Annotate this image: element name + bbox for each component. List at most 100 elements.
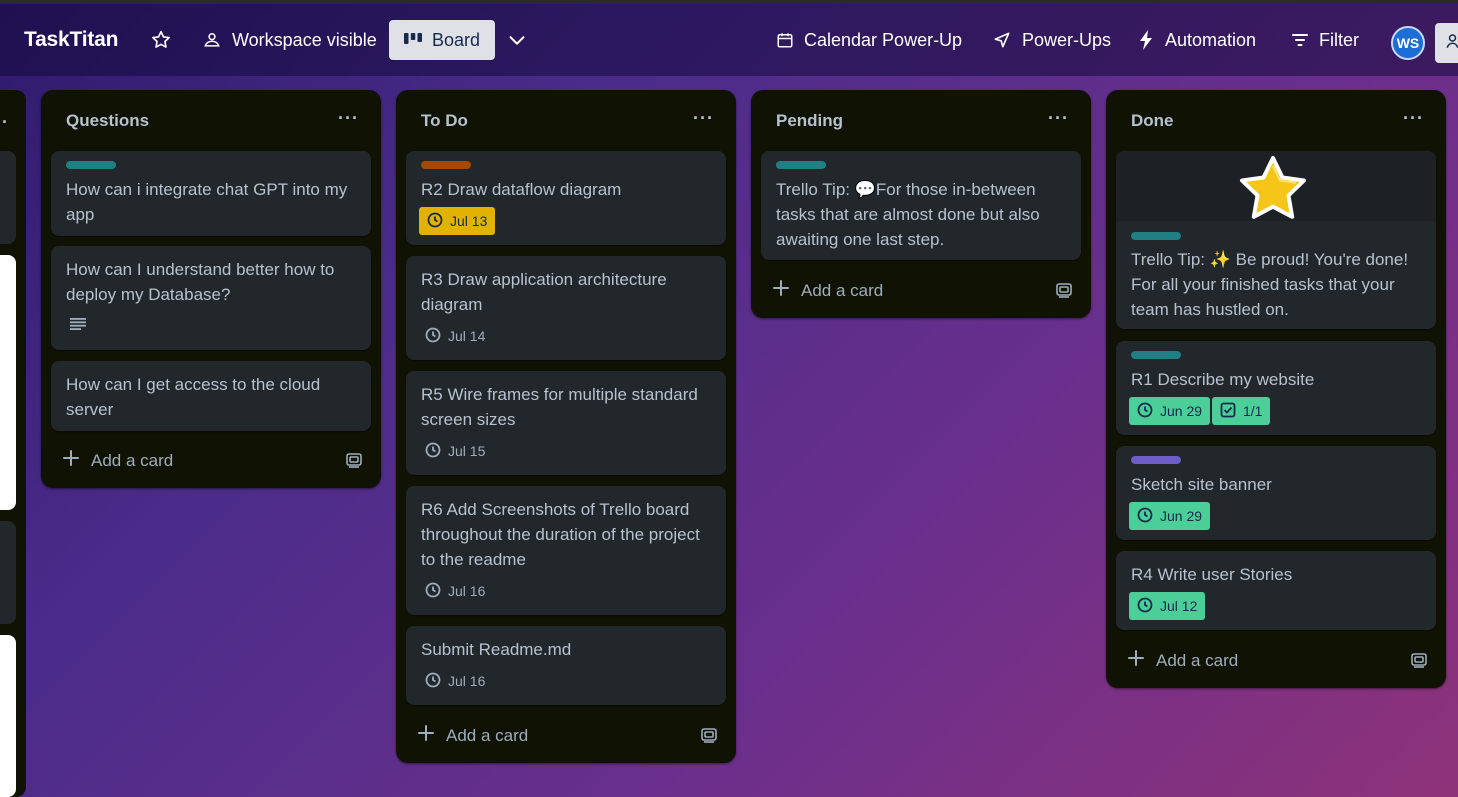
card-title: R2 Draw dataflow diagram: [421, 180, 622, 199]
due-date-badge[interactable]: Jun 29: [1129, 397, 1211, 425]
due-date-badge[interactable]: Jul 16: [421, 667, 493, 695]
workspace-people-icon: [202, 30, 222, 50]
list-card[interactable]: R6 Add Screenshots of Trello board throu…: [406, 486, 726, 615]
due-date-badge[interactable]: Jul 16: [421, 577, 493, 605]
list-to-do: To Do ··· R2 Draw dataflow diagram Jul 1…: [396, 90, 736, 763]
add-card-button[interactable]: Add a card: [773, 280, 883, 301]
list-card[interactable]: R2 Draw dataflow diagram Jul 13: [406, 151, 726, 245]
due-date-text: Jul 12: [1160, 598, 1198, 614]
template-icon: [700, 728, 718, 748]
avatar[interactable]: WS: [1391, 26, 1425, 60]
plus-icon: [1128, 650, 1144, 671]
due-date-badge[interactable]: Jul 12: [1129, 592, 1206, 620]
chevron-down-icon: [506, 29, 528, 51]
card-title: Trello Tip: ✨ Be proud! You're done! For…: [1131, 250, 1409, 319]
person-add-icon: [1445, 32, 1458, 55]
card-cover: [1116, 151, 1436, 221]
plus-icon: [63, 450, 79, 471]
card-title: R5 Wire frames for multiple standard scr…: [421, 385, 698, 429]
list-card[interactable]: How can i integrate chat GPT into my app: [51, 151, 371, 236]
list-menu-button[interactable]: ···: [1403, 108, 1424, 129]
card-title: R3 Draw application architecture diagram: [421, 270, 667, 314]
card-label[interactable]: [1131, 232, 1181, 240]
card-label[interactable]: [776, 161, 826, 169]
add-card-button[interactable]: Add a card: [1128, 650, 1238, 671]
add-card-label: Add a card: [801, 280, 884, 300]
list-card[interactable]: R1 Describe my website Jun 29 1/1: [1116, 341, 1436, 435]
plus-icon: [773, 280, 789, 301]
list-title[interactable]: Questions: [66, 111, 149, 131]
due-date-badge[interactable]: Jul 15: [421, 437, 493, 465]
create-from-template-button[interactable]: [345, 451, 363, 474]
card-title: How can I understand better how to deplo…: [66, 260, 335, 304]
list-card[interactable]: Sketch site banner Jun 29: [1116, 446, 1436, 540]
card-title: How can I get access to the cloud server: [66, 375, 321, 419]
description-icon: [70, 317, 86, 335]
add-card-button[interactable]: Add a card: [63, 450, 173, 471]
list-card[interactable]: How can I understand better how to deplo…: [51, 246, 371, 350]
template-icon: [345, 453, 363, 473]
create-from-template-button[interactable]: [1055, 281, 1073, 304]
powerups-button[interactable]: Power-Ups: [992, 20, 1111, 60]
checklist-count: 1/1: [1243, 403, 1263, 419]
add-card-button[interactable]: Add a card: [418, 725, 528, 746]
clock-icon: [425, 327, 441, 346]
list-done: Done ··· Trello Tip: ✨ Be proud! You're …: [1106, 90, 1446, 688]
due-date-badge[interactable]: Jul 13: [419, 207, 496, 235]
offscreen-card-image[interactable]: [0, 635, 16, 797]
due-date-badge[interactable]: Jul 14: [421, 322, 493, 350]
clock-icon: [1137, 402, 1153, 421]
visibility-label: Workspace visible: [232, 29, 377, 50]
list-title[interactable]: Done: [1131, 111, 1174, 131]
create-from-template-button[interactable]: [1410, 651, 1428, 674]
star-cover-icon: [1240, 156, 1306, 219]
card-label[interactable]: [1131, 456, 1181, 464]
plus-icon: [418, 725, 434, 746]
card-title: Sketch site banner: [1131, 475, 1272, 494]
clock-icon: [425, 442, 441, 461]
list-card[interactable]: How can I get access to the cloud server: [51, 361, 371, 431]
offscreen-list: ·: [0, 90, 26, 797]
due-date-badge[interactable]: Jun 29: [1129, 502, 1211, 530]
offscreen-card[interactable]: [0, 151, 16, 244]
list-card[interactable]: Trello Tip: ✨ Be proud! You're done! For…: [1116, 151, 1436, 329]
add-card-label: Add a card: [446, 725, 529, 745]
automation-button[interactable]: Automation: [1139, 20, 1256, 60]
card-title: R6 Add Screenshots of Trello board throu…: [421, 500, 700, 569]
board-title[interactable]: TaskTitan: [24, 28, 118, 52]
calendar-powerup-button[interactable]: Calendar Power-Up: [776, 20, 962, 60]
checklist-badge[interactable]: 1/1: [1212, 397, 1271, 425]
clock-icon: [425, 582, 441, 601]
list-card[interactable]: Trello Tip: 💬For those in-between tasks …: [761, 151, 1081, 260]
card-title: R1 Describe my website: [1131, 370, 1315, 389]
star-button[interactable]: [150, 20, 172, 60]
card-label[interactable]: [421, 161, 471, 169]
offscreen-card-image[interactable]: [0, 255, 16, 510]
board-view-icon: [404, 33, 422, 47]
star-icon: [150, 29, 172, 51]
board-view-button[interactable]: Board: [389, 20, 496, 60]
list-title[interactable]: To Do: [421, 111, 468, 131]
board-view-label: Board: [432, 29, 481, 50]
list-menu-button[interactable]: ···: [693, 108, 714, 129]
clock-icon: [425, 672, 441, 691]
list-card[interactable]: R3 Draw application architecture diagram…: [406, 256, 726, 360]
due-date-text: Jun 29: [1160, 508, 1203, 524]
share-button[interactable]: [1435, 23, 1458, 63]
list-card[interactable]: R5 Wire frames for multiple standard scr…: [406, 371, 726, 475]
offscreen-list-menu[interactable]: ·: [2, 112, 8, 133]
list-card[interactable]: R4 Write user Stories Jul 12: [1116, 551, 1436, 630]
card-label[interactable]: [66, 161, 116, 169]
filter-button[interactable]: Filter: [1291, 20, 1359, 60]
add-card-label: Add a card: [91, 450, 174, 470]
visibility-button[interactable]: Workspace visible: [202, 20, 377, 60]
list-card[interactable]: Submit Readme.md Jul 16: [406, 626, 726, 705]
list-title[interactable]: Pending: [776, 111, 843, 131]
list-menu-button[interactable]: ···: [1048, 108, 1069, 129]
create-from-template-button[interactable]: [700, 726, 718, 749]
offscreen-card[interactable]: [0, 521, 16, 624]
view-switcher-button[interactable]: [506, 20, 528, 60]
list-menu-button[interactable]: ···: [338, 108, 359, 129]
clock-icon: [1137, 597, 1153, 616]
card-label[interactable]: [1131, 351, 1181, 359]
